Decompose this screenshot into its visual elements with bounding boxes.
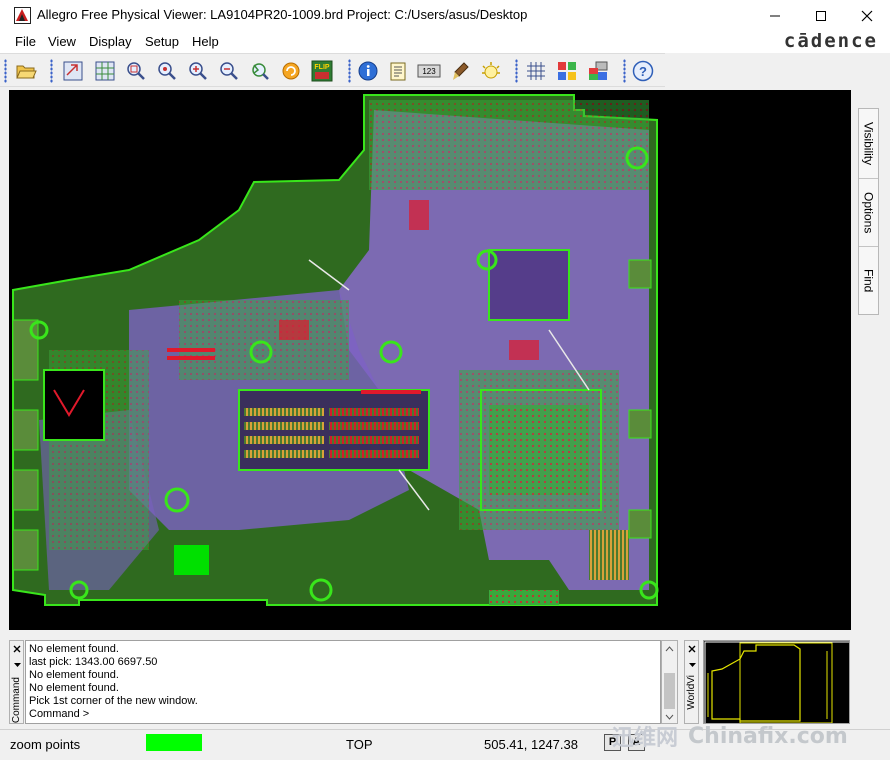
svg-text:?: ? bbox=[639, 64, 647, 79]
maximize-button[interactable] bbox=[798, 0, 844, 31]
info-icon bbox=[358, 61, 378, 81]
zoom-previous-icon bbox=[252, 63, 269, 80]
command-window-titlebar[interactable]: Command bbox=[9, 640, 24, 724]
command-line: No element found. bbox=[29, 643, 119, 655]
close-icon[interactable] bbox=[11, 643, 24, 655]
toolbar-grip[interactable] bbox=[623, 59, 626, 83]
measure-label: 123 bbox=[422, 67, 436, 76]
open-folder-icon bbox=[16, 65, 37, 79]
command-scrollbar[interactable] bbox=[661, 640, 678, 724]
status-coordinates: 505.41, 1247.38 bbox=[484, 737, 578, 752]
cadence-logo: cādence bbox=[783, 30, 878, 52]
zoom-minus-icon bbox=[220, 62, 238, 80]
command-line: No element found. bbox=[29, 669, 119, 681]
highlight-button[interactable] bbox=[479, 59, 503, 83]
layer-icon bbox=[589, 61, 608, 80]
redraw-button[interactable] bbox=[279, 59, 303, 83]
toolbar-grip[interactable] bbox=[50, 59, 53, 83]
command-line: No element found. bbox=[29, 682, 119, 694]
scroll-up-icon[interactable] bbox=[662, 643, 677, 655]
menu-bar: File View Display Setup Help bbox=[0, 31, 890, 53]
zoom-minus-button[interactable] bbox=[217, 59, 241, 83]
brush-icon bbox=[453, 62, 469, 80]
maximize-icon bbox=[816, 10, 826, 21]
help-button[interactable]: ? bbox=[631, 59, 655, 83]
close-button[interactable] bbox=[844, 0, 890, 31]
worldview-panel[interactable] bbox=[703, 640, 850, 724]
report-icon bbox=[390, 62, 406, 81]
zoom-grid-button[interactable] bbox=[93, 59, 117, 83]
zoom-plus-icon bbox=[189, 62, 207, 80]
status-indicator bbox=[146, 734, 202, 751]
board-canvas[interactable] bbox=[9, 90, 851, 630]
pcb-board-drawing bbox=[12, 94, 659, 606]
report-button[interactable] bbox=[386, 59, 410, 83]
menu-setup[interactable]: Setup bbox=[145, 34, 179, 49]
open-button[interactable] bbox=[14, 59, 38, 83]
color-icon bbox=[558, 62, 576, 80]
measure-button[interactable]: 123 bbox=[417, 59, 441, 83]
zoom-in-icon bbox=[158, 62, 176, 80]
worldview-label: WorldVi bbox=[686, 675, 697, 710]
window-title: Allegro Free Physical Viewer: LA9104PR20… bbox=[37, 7, 528, 22]
zoom-in-button[interactable] bbox=[155, 59, 179, 83]
status-mode: zoom points bbox=[10, 737, 81, 752]
scrollbar-thumb[interactable] bbox=[664, 673, 675, 709]
status-active-layer: TOP bbox=[346, 737, 373, 752]
menu-view[interactable]: View bbox=[48, 34, 76, 49]
application-window: Allegro Free Physical Viewer: LA9104PR20… bbox=[0, 0, 890, 760]
zoom-fit-icon bbox=[127, 62, 145, 80]
minimize-button[interactable] bbox=[752, 0, 798, 31]
command-line: Pick 1st corner of the new window. bbox=[29, 695, 198, 707]
zoom-window-icon bbox=[63, 61, 83, 81]
brush-button[interactable] bbox=[448, 59, 472, 83]
close-icon bbox=[861, 10, 873, 21]
main-toolbar: FLIP 123 ? bbox=[0, 53, 665, 87]
zoom-fit-button[interactable] bbox=[124, 59, 148, 83]
redraw-icon bbox=[282, 62, 300, 80]
control-panel-tabs: Visibility Options Find bbox=[858, 108, 879, 315]
toolbar-grip[interactable] bbox=[515, 59, 518, 83]
watermark-logo: 迅维网 bbox=[612, 726, 679, 751]
help-icon: ? bbox=[632, 60, 654, 82]
zoom-plus-button[interactable] bbox=[186, 59, 210, 83]
command-output[interactable]: No element found. last pick: 1343.00 669… bbox=[25, 640, 661, 724]
dock-icon[interactable] bbox=[686, 659, 699, 671]
toolbar-grip[interactable] bbox=[4, 59, 7, 83]
zoom-previous-button[interactable] bbox=[248, 59, 272, 83]
zoom-grid-icon bbox=[95, 61, 115, 81]
layer-button[interactable] bbox=[586, 59, 610, 83]
grid-icon bbox=[527, 62, 545, 80]
highlight-icon bbox=[482, 62, 500, 79]
minimize-icon bbox=[770, 15, 780, 16]
allegro-app-icon bbox=[14, 7, 31, 24]
tab-options[interactable]: Options bbox=[859, 179, 878, 247]
info-button[interactable] bbox=[356, 59, 380, 83]
measure-icon: 123 bbox=[417, 64, 441, 78]
zoom-window-button[interactable] bbox=[61, 59, 85, 83]
tab-find[interactable]: Find bbox=[859, 247, 878, 314]
flip-label: FLIP bbox=[314, 64, 329, 71]
toolbar-grip[interactable] bbox=[348, 59, 351, 83]
flip-icon: FLIP bbox=[311, 60, 333, 82]
command-line: last pick: 1343.00 6697.50 bbox=[29, 656, 158, 668]
menu-file[interactable]: File bbox=[15, 34, 36, 49]
color-button[interactable] bbox=[555, 59, 579, 83]
close-icon[interactable] bbox=[686, 643, 699, 655]
flip-button[interactable]: FLIP bbox=[310, 59, 334, 83]
command-prompt[interactable]: Command > bbox=[29, 708, 89, 720]
title-bar: Allegro Free Physical Viewer: LA9104PR20… bbox=[0, 0, 890, 31]
watermark-site: Chinafix.com bbox=[688, 723, 848, 749]
dock-icon[interactable] bbox=[11, 659, 24, 671]
worldview-titlebar[interactable]: WorldVi bbox=[684, 640, 699, 724]
grid-button[interactable] bbox=[524, 59, 548, 83]
tab-visibility[interactable]: Visibility bbox=[859, 109, 878, 179]
menu-help[interactable]: Help bbox=[192, 34, 219, 49]
command-window-label: Command bbox=[11, 677, 22, 724]
worldview-board-outline bbox=[704, 641, 849, 723]
menu-display[interactable]: Display bbox=[89, 34, 132, 49]
watermark: 迅维网 Chinafix.com bbox=[612, 716, 890, 756]
